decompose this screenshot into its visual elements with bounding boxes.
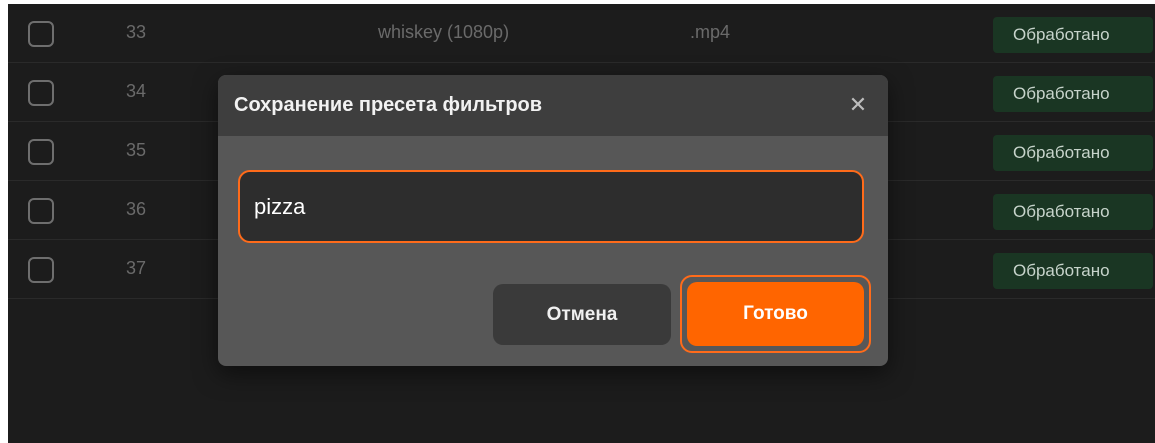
- row-checkbox[interactable]: [28, 80, 54, 106]
- file-extension: .mp4: [690, 22, 731, 42]
- status-badge: Обработано: [993, 76, 1153, 112]
- status-badge: Обработано: [993, 135, 1153, 171]
- app-window: 33 whiskey (1080p) .mp4 Обработано 34 Об…: [8, 4, 1155, 443]
- row-checkbox[interactable]: [28, 198, 54, 224]
- close-button[interactable]: ✕: [842, 89, 874, 121]
- row-checkbox[interactable]: [28, 21, 54, 47]
- status-badge: Обработано: [993, 253, 1153, 289]
- close-icon: ✕: [848, 92, 868, 117]
- table-row: 33 whiskey (1080p) .mp4 Обработано: [8, 4, 1155, 63]
- row-number: 36: [126, 199, 147, 219]
- dialog-title: Сохранение пресета фильтров: [234, 94, 543, 116]
- cancel-button[interactable]: Отмена: [493, 284, 671, 345]
- dialog-header: Сохранение пресета фильтров ✕: [218, 75, 888, 136]
- save-preset-dialog: Сохранение пресета фильтров ✕ Отмена Гот…: [218, 75, 888, 366]
- preset-name-input[interactable]: [238, 170, 864, 243]
- row-number: 37: [126, 258, 147, 278]
- done-button[interactable]: Готово: [687, 282, 864, 346]
- row-checkbox[interactable]: [28, 257, 54, 283]
- row-number: 35: [126, 140, 147, 160]
- status-badge: Обработано: [993, 17, 1153, 53]
- row-number: 33: [126, 22, 147, 42]
- row-checkbox[interactable]: [28, 139, 54, 165]
- row-number: 34: [126, 81, 147, 101]
- status-badge: Обработано: [993, 194, 1153, 230]
- file-name: whiskey (1080p): [378, 22, 510, 42]
